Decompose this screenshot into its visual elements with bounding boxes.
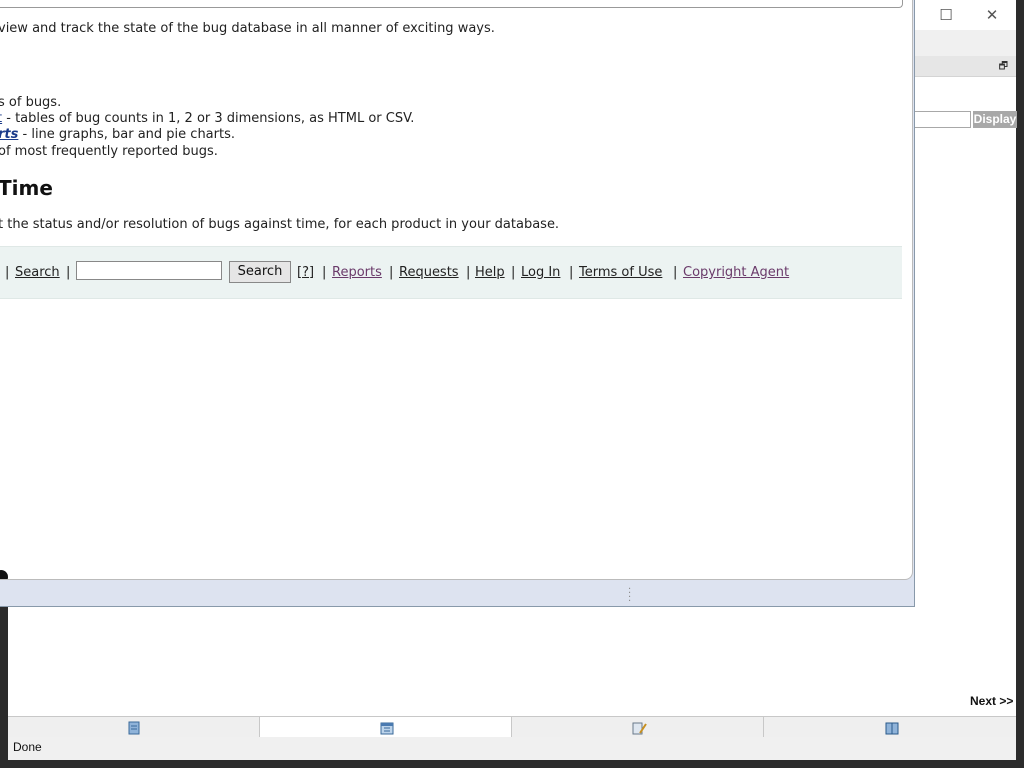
separator: | bbox=[66, 265, 71, 280]
terms-of-use-link[interactable]: Terms of Use bbox=[579, 265, 662, 280]
list-item-charts: rts - line graphs, bar and pie charts. bbox=[0, 127, 235, 142]
quick-search-input[interactable] bbox=[76, 261, 222, 280]
intro-text: view and track the state of the bug data… bbox=[0, 21, 495, 36]
separator: | bbox=[569, 265, 574, 280]
reports-link[interactable]: Reports bbox=[332, 265, 382, 280]
list-item-tables: t - tables of bug counts in 1, 2 or 3 di… bbox=[0, 111, 414, 126]
charts-desc: - line graphs, bar and pie charts. bbox=[18, 127, 236, 142]
tab-book[interactable] bbox=[764, 717, 1016, 738]
calendar-icon bbox=[380, 722, 394, 735]
separator: | bbox=[466, 265, 471, 280]
separator: | bbox=[322, 265, 327, 280]
help-link[interactable]: Help bbox=[475, 265, 505, 280]
login-link[interactable]: Log In bbox=[521, 265, 560, 280]
tab-document[interactable] bbox=[8, 717, 260, 738]
requests-link[interactable]: Requests bbox=[399, 265, 459, 280]
tools-icon bbox=[632, 722, 647, 735]
display-button[interactable]: Display bbox=[973, 111, 1017, 128]
separator: | bbox=[673, 265, 678, 280]
separator: | bbox=[389, 265, 394, 280]
section-heading: Time bbox=[0, 176, 53, 200]
document-icon bbox=[128, 721, 140, 735]
separator: | bbox=[5, 265, 10, 280]
separator: | bbox=[511, 265, 516, 280]
section-description: t the status and/or resolution of bugs a… bbox=[0, 217, 560, 232]
popup-content: view and track the state of the bug data… bbox=[0, 0, 913, 580]
corner-handle bbox=[0, 570, 8, 579]
footer-bar: | Search | Search [?] | Reports | Reques… bbox=[0, 246, 902, 299]
bottom-tab-bar bbox=[8, 716, 1016, 738]
top-frame-edge bbox=[0, 0, 903, 8]
search-link[interactable]: Search bbox=[15, 265, 60, 280]
search-button[interactable]: Search bbox=[229, 261, 291, 283]
graphical-reports-link[interactable]: rts bbox=[0, 127, 18, 142]
tables-desc: - tables of bug counts in 1, 2 or 3 dime… bbox=[2, 111, 415, 126]
tab-calendar[interactable] bbox=[260, 717, 512, 738]
list-item-frequent: of most frequently reported bugs. bbox=[0, 144, 218, 159]
restore-icon[interactable]: 🗗 bbox=[999, 59, 1008, 76]
status-bar: Done bbox=[8, 737, 1016, 760]
maximize-button[interactable]: ☐ bbox=[934, 4, 958, 26]
quicksearch-help-link[interactable]: [?] bbox=[297, 265, 314, 280]
tab-tools[interactable] bbox=[512, 717, 764, 738]
list-item-bugs: s of bugs. bbox=[0, 95, 62, 110]
next-link[interactable]: Next >> bbox=[970, 694, 1013, 708]
popup-window: view and track the state of the bug data… bbox=[0, 0, 915, 607]
book-icon bbox=[885, 722, 899, 735]
resize-grip-icon[interactable]: · · · · bbox=[628, 585, 631, 607]
copyright-agent-link[interactable]: Copyright Agent bbox=[683, 265, 789, 280]
close-button[interactable]: ✕ bbox=[980, 4, 1004, 26]
display-input[interactable] bbox=[914, 111, 971, 128]
